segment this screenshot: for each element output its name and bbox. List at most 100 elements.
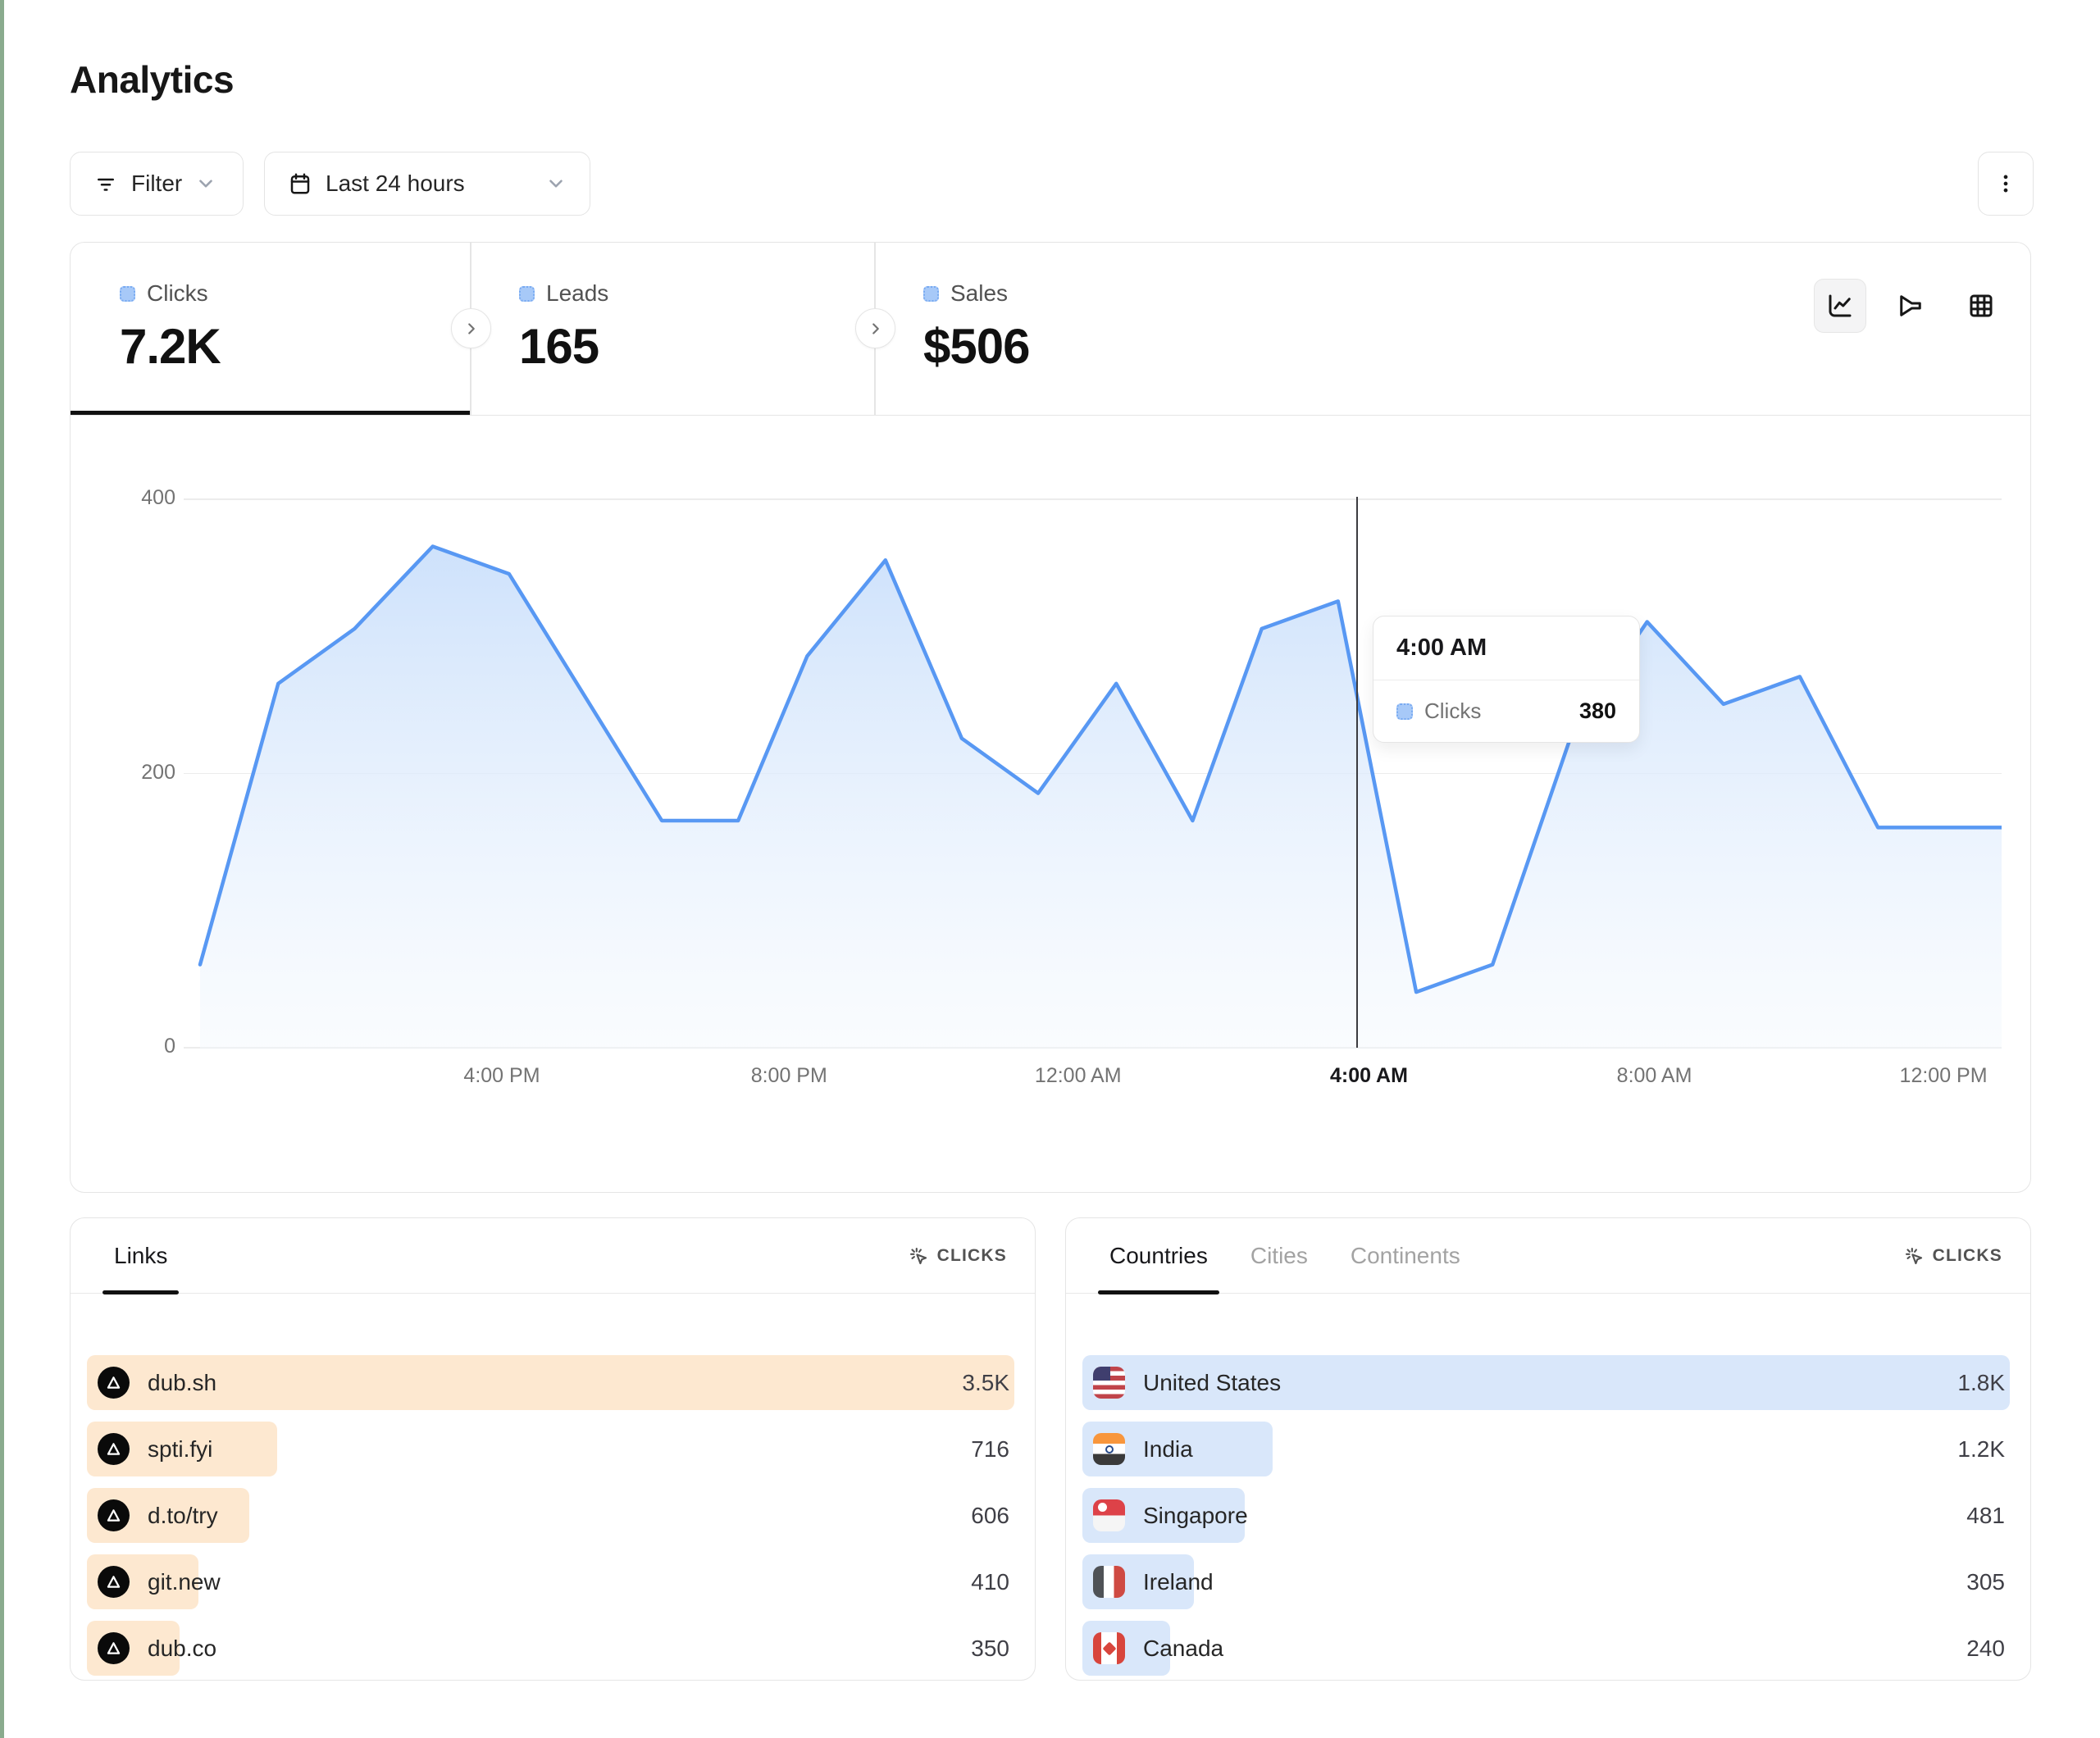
chart-tooltip: 4:00 AM Clicks 380 [1373,616,1640,743]
link-row[interactable]: dub.sh 3.5K [87,1355,1014,1410]
line-chart-icon [1825,291,1855,321]
stat-leads-label: Leads [546,280,608,307]
us-flag-icon [1093,1367,1125,1399]
tab-links[interactable]: Links [114,1218,167,1293]
links-rows: dub.sh 3.5K spti.fyi 716 d.to/try 606 git.new4… [71,1294,1035,1680]
row-label: spti.fyi [148,1436,212,1463]
filter-icon [93,171,118,196]
dub-logo-icon [98,1566,130,1598]
x-axis-tick: 12:00 PM [1900,1064,1988,1088]
cursor-click-icon [907,1244,929,1267]
clicks-legend-swatch [120,286,135,302]
row-value: 1.2K [1957,1436,2010,1463]
clicks-area-chart[interactable] [184,498,2002,1049]
country-row[interactable]: Canada 240 [1082,1621,2010,1676]
tooltip-legend-swatch [1396,703,1413,720]
funnel-icon [1896,291,1925,321]
dub-logo-icon [98,1632,130,1664]
row-label: dub.sh [148,1370,216,1396]
chevron-down-icon [195,173,216,194]
link-row[interactable]: dub.co 350 [87,1621,1014,1676]
y-axis-tick: 200 [102,761,175,785]
table-view-button[interactable] [1955,279,2007,333]
chart-crosshair [1356,497,1359,1048]
row-value: 305 [1966,1569,2010,1595]
row-label: d.to/try [148,1503,218,1529]
row-value: 350 [971,1636,1014,1662]
links-metric-selector[interactable]: CLICKS [907,1244,1007,1267]
line-chart-view-button[interactable] [1814,279,1866,333]
dub-logo-icon [98,1433,130,1465]
geo-metric-label: CLICKS [1933,1246,2002,1266]
row-label: Canada [1143,1636,1223,1662]
chevron-down-icon [545,173,567,194]
row-value: 240 [1966,1636,2010,1662]
link-row[interactable]: d.to/try 606 [87,1488,1014,1543]
row-value: 481 [1966,1503,2010,1529]
dub-logo-icon [98,1499,130,1531]
country-row[interactable]: India 1.2K [1082,1422,2010,1476]
ie-flag-icon [1093,1566,1125,1598]
row-value: 410 [971,1569,1014,1595]
row-label: Ireland [1143,1569,1214,1595]
filter-button[interactable]: Filter [70,152,244,216]
stat-clicks-label: Clicks [147,280,208,307]
tooltip-series-label: Clicks [1424,698,1568,724]
stat-sales-label: Sales [950,280,1008,307]
row-label: United States [1143,1370,1281,1396]
link-row[interactable]: git.new410 [87,1554,1014,1609]
country-row[interactable]: Ireland 305 [1082,1554,2010,1609]
expand-sales-button[interactable] [855,308,895,348]
x-axis-tick: 4:00 PM [463,1064,540,1088]
filter-button-label: Filter [131,171,182,197]
chevron-right-icon [462,320,481,338]
country-row[interactable]: United States 1.8K [1082,1355,2010,1410]
active-stat-underline [71,411,470,415]
grid-icon [1966,291,1996,321]
cursor-click-icon [1902,1244,1925,1267]
dub-logo-icon [98,1367,130,1399]
page-title: Analytics [70,57,234,102]
funnel-view-button[interactable] [1884,279,1937,333]
tab-countries[interactable]: Countries [1109,1218,1208,1293]
row-label: dub.co [148,1636,216,1662]
stat-clicks[interactable]: Clicks 7.2K [71,243,470,415]
links-panel: Links CLICKS dub.sh 3.5K spti.fyi 716 d.to/t… [70,1217,1036,1681]
sales-legend-swatch [923,286,939,302]
tab-cities[interactable]: Cities [1250,1218,1308,1293]
country-row[interactable]: Singapore 481 [1082,1488,2010,1543]
row-label: Singapore [1143,1503,1248,1529]
tooltip-value: 380 [1579,698,1616,724]
links-metric-label: CLICKS [937,1246,1007,1266]
stats-row: Clicks 7.2K Leads 165 Sales $506 [71,243,2030,416]
calendar-icon [288,171,312,196]
geo-panel-header: Countries Cities Continents CLICKS [1066,1218,2030,1294]
stat-sales[interactable]: Sales $506 [874,243,1366,415]
stat-leads[interactable]: Leads 165 [470,243,874,415]
window-edge-strip [0,0,4,1738]
links-panel-header: Links CLICKS [71,1218,1035,1294]
geo-metric-selector[interactable]: CLICKS [1902,1244,2002,1267]
ca-flag-icon [1093,1632,1125,1664]
row-label: India [1143,1436,1193,1463]
row-value: 716 [971,1436,1014,1463]
kebab-menu-icon [1993,171,2018,196]
leads-legend-swatch [519,286,535,302]
geo-rows: United States 1.8K India 1.2K Singapore 481 Ir… [1066,1294,2030,1680]
analytics-page: Analytics Filter Last 24 hours [0,0,2100,1738]
expand-leads-button[interactable] [451,308,491,348]
more-options-button[interactable] [1978,152,2034,216]
y-axis-tick: 0 [102,1035,175,1058]
x-axis-tick: 8:00 AM [1617,1064,1692,1088]
date-range-button[interactable]: Last 24 hours [264,152,590,216]
stat-clicks-value: 7.2K [120,318,470,375]
row-value: 606 [971,1503,1014,1529]
row-value: 3.5K [962,1370,1014,1396]
row-value: 1.8K [1957,1370,2010,1396]
date-range-label: Last 24 hours [326,171,465,197]
tab-continents[interactable]: Continents [1351,1218,1460,1293]
x-axis-tick: 8:00 PM [751,1064,827,1088]
x-axis-tick: 12:00 AM [1035,1064,1122,1088]
link-row[interactable]: spti.fyi 716 [87,1422,1014,1476]
stat-sales-value: $506 [923,318,1366,375]
